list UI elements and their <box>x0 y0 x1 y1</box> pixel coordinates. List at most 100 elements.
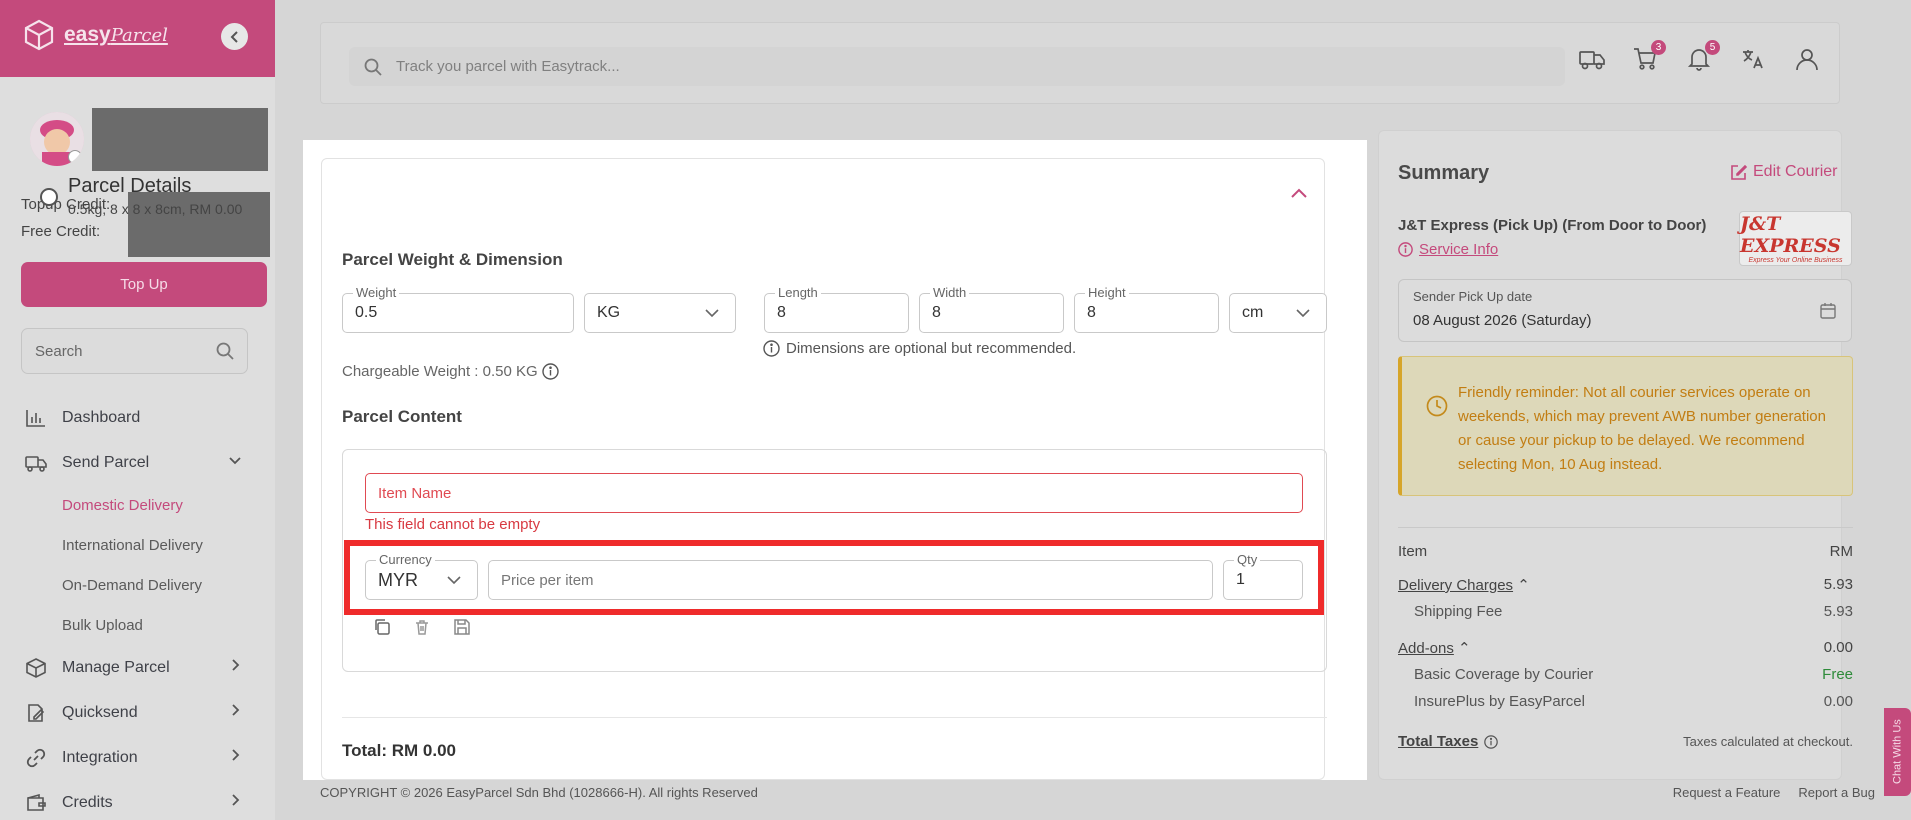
sidebar-item-label: Dashboard <box>62 408 141 426</box>
search-icon <box>364 58 382 76</box>
save-icon[interactable] <box>453 618 471 636</box>
edit-courier-label: Edit Courier <box>1753 163 1838 180</box>
courier-logo-text: J&T EXPRESS <box>1740 213 1841 257</box>
pickup-date-label: Sender Pick Up date <box>1413 289 1533 304</box>
length-label: Length <box>775 285 821 300</box>
info-icon <box>1484 734 1499 749</box>
price-per-item-input[interactable]: Price per item <box>488 560 1213 600</box>
dimension-unit-select[interactable]: cm <box>1229 293 1327 333</box>
link-icon <box>25 747 47 769</box>
sidebar-item-manage-parcel[interactable]: Manage Parcel <box>0 645 275 690</box>
avatar[interactable] <box>30 112 84 166</box>
item-name-error: This field cannot be empty <box>365 516 541 533</box>
footer-links: Request a Feature Report a Bug <box>1673 785 1875 800</box>
report-bug-link[interactable]: Report a Bug <box>1798 785 1875 800</box>
dimension-hint: Dimensions are optional but recommended. <box>763 340 1076 357</box>
weight-unit-select[interactable]: KG <box>584 293 736 333</box>
request-feature-link[interactable]: Request a Feature <box>1673 785 1781 800</box>
truck-icon <box>25 452 47 474</box>
delivery-charges-toggle[interactable]: Delivery Charges ⌃ <box>1398 576 1530 594</box>
box-logo-icon <box>24 19 54 51</box>
weekend-reminder-alert: Friendly reminder: Not all courier servi… <box>1398 356 1853 496</box>
currency-select[interactable]: Currency MYR <box>365 552 478 600</box>
logo-bar: easyParcel <box>0 0 275 77</box>
easytrack-placeholder: Track you parcel with Easytrack... <box>396 58 620 75</box>
parcel-details-radio[interactable] <box>40 188 58 206</box>
pickup-date-field[interactable]: Sender Pick Up date 08 August 2026 (Satu… <box>1398 279 1852 342</box>
cart-icon[interactable]: 3 <box>1633 40 1666 71</box>
parcel-details-summary: 0.5kg, 8 x 8 x 8cm, RM 0.00 <box>68 201 243 217</box>
weight-dimension-heading: Parcel Weight & Dimension <box>342 250 563 269</box>
courier-logo: J&T EXPRESS Express Your Online Business <box>1739 211 1852 266</box>
sidebar-subitem-on-demand-delivery[interactable]: On-Demand Delivery <box>0 565 275 605</box>
insureplus-row: InsurePlus by EasyParcel 0.00 <box>1414 693 1853 710</box>
shipping-fee-value: 5.93 <box>1823 603 1853 620</box>
chevron-up-icon[interactable] <box>1290 187 1308 199</box>
insureplus-value: 0.00 <box>1823 693 1853 710</box>
reminder-text: Friendly reminder: Not all courier servi… <box>1458 384 1826 473</box>
easytrack-search-input[interactable]: Track you parcel with Easytrack... <box>349 47 1565 86</box>
info-icon[interactable] <box>541 363 559 380</box>
sidebar-item-label: Quicksend <box>62 703 138 721</box>
sidebar-item-credits[interactable]: Credits <box>0 780 275 820</box>
free-credit-label: Free Credit: <box>21 223 101 240</box>
top-icons: 3 5 <box>1579 40 1819 71</box>
collapse-sidebar-button[interactable] <box>221 23 248 50</box>
item-header: Item <box>1398 543 1428 560</box>
edit-courier-button[interactable]: Edit Courier <box>1730 163 1837 181</box>
search-icon <box>216 342 234 360</box>
sidebar-item-quicksend[interactable]: Quicksend <box>0 690 275 735</box>
translate-icon[interactable] <box>1741 47 1765 71</box>
height-label: Height <box>1085 285 1129 300</box>
sidebar-item-send-parcel[interactable]: Send Parcel <box>0 440 275 485</box>
weight-unit-value: KG <box>597 304 621 321</box>
footer: COPYRIGHT © 2026 EasyParcel Sdn Bhd (102… <box>320 785 1875 800</box>
sidebar-item-dashboard[interactable]: Dashboard <box>0 395 275 440</box>
sidebar-subitem-international-delivery[interactable]: International Delivery <box>0 525 275 565</box>
chevron-up-icon: ⌃ <box>1458 640 1471 657</box>
trash-icon[interactable] <box>413 618 431 636</box>
taxes-note: Taxes calculated at checkout. <box>1683 734 1853 749</box>
item-name-input[interactable]: Item Name <box>365 473 1303 513</box>
length-field[interactable]: Length 8 <box>764 285 909 333</box>
chevron-left-icon <box>230 30 238 43</box>
cart-count-badge: 3 <box>1651 40 1666 55</box>
service-info-link[interactable]: Service Info <box>1398 241 1498 258</box>
item-name-placeholder: Item Name <box>378 484 452 502</box>
chat-with-us-button[interactable]: Chat With Us <box>1884 708 1911 796</box>
weight-field[interactable]: Weight 0.5 <box>342 285 574 333</box>
sidebar-subitem-domestic-delivery[interactable]: Domestic Delivery <box>0 485 275 525</box>
copy-icon[interactable] <box>373 618 391 636</box>
quantity-label: Qty <box>1234 552 1261 567</box>
addons-row: Add-ons ⌃ 0.00 <box>1398 639 1853 657</box>
total-taxes-row: Total Taxes Taxes calculated at checkout… <box>1398 733 1853 750</box>
sidebar-subitem-bulk-upload[interactable]: Bulk Upload <box>0 605 275 645</box>
sidebar-item-integration[interactable]: Integration <box>0 735 275 780</box>
top-up-button[interactable]: Top Up <box>21 262 267 307</box>
clock-icon <box>1426 395 1448 417</box>
summary-title: Summary <box>1398 162 1490 184</box>
addons-toggle[interactable]: Add-ons ⌃ <box>1398 639 1471 657</box>
width-label: Width <box>930 285 970 300</box>
brand-logo[interactable]: easyParcel <box>22 18 168 52</box>
delivery-charges-row: Delivery Charges ⌃ 5.93 <box>1398 576 1853 594</box>
summary-divider <box>1398 527 1853 528</box>
parcel-details-title: Parcel Details <box>68 175 192 197</box>
chevron-down-icon <box>705 309 719 318</box>
width-field[interactable]: Width 8 <box>919 285 1064 333</box>
shipping-fee-row: Shipping Fee 5.93 <box>1414 603 1853 620</box>
bell-icon[interactable]: 5 <box>1687 40 1720 71</box>
height-field[interactable]: Height 8 <box>1074 285 1219 333</box>
sidebar-search-input[interactable]: Search <box>21 328 248 374</box>
chevron-right-icon <box>232 749 240 761</box>
edit-icon <box>25 702 47 724</box>
user-profile-icon[interactable] <box>1795 47 1819 71</box>
delivery-truck-icon[interactable] <box>1579 47 1605 71</box>
total-taxes-toggle[interactable]: Total Taxes <box>1398 733 1499 750</box>
rm-header: RM <box>1829 543 1853 560</box>
parcel-content-heading: Parcel Content <box>342 407 462 426</box>
sidebar-item-label: Integration <box>62 748 138 766</box>
quantity-field[interactable]: Qty 1 <box>1223 552 1303 600</box>
sidebar-item-label: Manage Parcel <box>62 658 170 676</box>
width-value: 8 <box>932 304 941 321</box>
